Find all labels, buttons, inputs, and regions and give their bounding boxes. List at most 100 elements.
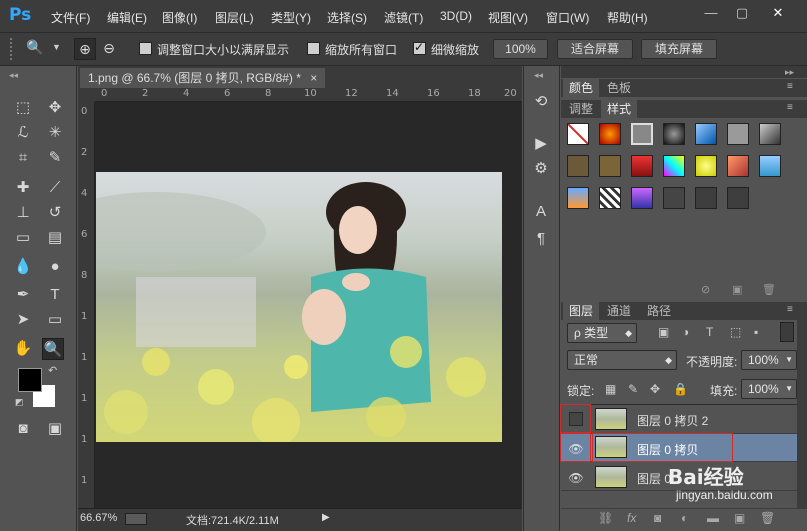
new-group-icon[interactable]: ▬	[707, 511, 719, 525]
layer-style-icon[interactable]: fx	[627, 511, 636, 525]
opacity-field[interactable]: 100% ▼	[741, 350, 797, 370]
marquee-tool-icon[interactable]: ⬚	[12, 97, 34, 119]
style-swatch[interactable]	[759, 123, 781, 145]
lasso-tool-icon[interactable]: ℒ	[12, 122, 34, 144]
lock-all-icon[interactable]: 🔒	[673, 382, 688, 396]
style-swatch[interactable]	[631, 123, 653, 145]
brush-tool-icon[interactable]: ⟋	[44, 177, 66, 199]
menu-layer[interactable]: 图层(L)	[215, 9, 254, 26]
filter-smart-icon[interactable]: ▪	[754, 325, 758, 339]
quick-mask-icon[interactable]: ◙	[12, 418, 34, 440]
filter-type-icon[interactable]: T	[706, 325, 713, 339]
move-tool-icon[interactable]: ✥	[44, 97, 66, 119]
layer-visibility-off[interactable]	[569, 412, 583, 426]
menu-filter[interactable]: 滤镜(T)	[384, 9, 423, 26]
style-swatch[interactable]	[599, 187, 621, 209]
history-brush-tool-icon[interactable]: ↺	[44, 202, 66, 224]
path-selection-tool-icon[interactable]: ➤	[12, 309, 34, 331]
menu-window[interactable]: 窗口(W)	[546, 9, 589, 26]
gradient-tool-icon[interactable]: ▤	[44, 227, 66, 249]
character-panel-icon[interactable]: A	[530, 201, 552, 223]
ruler-origin[interactable]	[78, 88, 95, 102]
style-swatch[interactable]	[599, 123, 621, 145]
tab-adjustments[interactable]: 调整	[563, 100, 599, 118]
tab-paths[interactable]: 路径	[641, 302, 677, 320]
menu-edit[interactable]: 编辑(E)	[107, 9, 147, 26]
fill-field[interactable]: 100% ▼	[741, 379, 797, 399]
resize-windows-checkbox[interactable]	[139, 42, 152, 55]
status-icon[interactable]	[125, 513, 147, 525]
style-swatch[interactable]	[663, 187, 685, 209]
fit-screen-button[interactable]: 适合屏幕	[557, 39, 633, 59]
style-swatch[interactable]	[663, 123, 685, 145]
tab-layers[interactable]: 图层	[563, 302, 600, 320]
hand-tool-icon[interactable]: ✋	[12, 338, 34, 360]
delete-style-icon[interactable]: 🗑	[762, 283, 776, 296]
lock-position-icon[interactable]: ✥	[650, 382, 660, 396]
menu-3d[interactable]: 3D(D)	[440, 9, 472, 23]
maximize-button[interactable]: ▢	[728, 4, 756, 22]
style-swatch[interactable]	[631, 187, 653, 209]
style-swatch[interactable]	[695, 155, 717, 177]
magic-wand-tool-icon[interactable]: ✳	[44, 122, 66, 144]
eraser-tool-icon[interactable]: ▭	[12, 227, 34, 249]
layer-name[interactable]: 图层 0 拷贝 2	[637, 412, 708, 429]
style-none[interactable]	[567, 123, 589, 145]
add-mask-icon[interactable]: ◙	[654, 511, 661, 525]
scrubby-zoom-checkbox[interactable]	[413, 40, 426, 55]
layers-scrollbar[interactable]	[797, 302, 807, 508]
zoom-out-icon[interactable]: ⊖	[98, 38, 120, 60]
actions-panel-icon[interactable]: ▶	[530, 133, 552, 155]
properties-panel-icon[interactable]: ⚙	[530, 158, 552, 180]
rectangle-tool-icon[interactable]: ▭	[44, 309, 66, 331]
layer-name[interactable]: 图层 0	[637, 470, 671, 487]
style-swatch[interactable]	[695, 187, 717, 209]
menu-file[interactable]: 文件(F)	[51, 9, 90, 26]
style-swatch[interactable]	[599, 155, 621, 177]
adjustment-layer-icon[interactable]: ◐	[681, 511, 688, 525]
style-swatch[interactable]	[727, 123, 749, 145]
blur-tool-icon[interactable]: 💧	[12, 256, 34, 278]
status-zoom[interactable]: 66.67%	[80, 512, 117, 524]
toolbox-collapse-icon[interactable]: ◂◂	[9, 70, 18, 81]
filter-toggle[interactable]	[780, 322, 794, 342]
filter-adjustment-icon[interactable]: ◑	[682, 325, 689, 339]
type-tool-icon[interactable]: T	[44, 284, 66, 306]
layer-name[interactable]: 图层 0 拷贝	[637, 441, 698, 458]
default-colors-icon[interactable]: ◩	[15, 397, 24, 408]
color-panel-menu-icon[interactable]: ≡	[787, 81, 793, 92]
tab-channels[interactable]: 通道	[601, 302, 637, 320]
clear-style-icon[interactable]: ⊘	[701, 283, 710, 296]
actual-pixels-button[interactable]: 100%	[493, 39, 548, 59]
strip-collapse-icon[interactable]: ◂◂	[534, 70, 543, 81]
style-swatch[interactable]	[727, 187, 749, 209]
pen-tool-icon[interactable]: ✒	[12, 284, 34, 306]
layer-filter-dropdown[interactable]: ρ 类型 ◆	[567, 323, 637, 343]
tab-color[interactable]: 颜色	[563, 79, 600, 97]
new-layer-icon[interactable]: ▣	[734, 511, 745, 525]
dodge-tool-icon[interactable]: ●	[44, 256, 66, 278]
close-button[interactable]: ✕	[764, 4, 792, 22]
minimize-button[interactable]: —	[697, 4, 725, 22]
eye-icon[interactable]: 👁	[568, 470, 584, 486]
lock-transparent-icon[interactable]: ▦	[605, 382, 616, 396]
filter-pixel-icon[interactable]: ▣	[658, 325, 669, 339]
eye-icon[interactable]: 👁	[568, 441, 584, 457]
style-swatch[interactable]	[695, 123, 717, 145]
fill-screen-button[interactable]: 填充屏幕	[641, 39, 717, 59]
layers-panel-menu-icon[interactable]: ≡	[787, 304, 793, 315]
crop-tool-icon[interactable]: ⌗	[12, 147, 34, 169]
eyedropper-tool-icon[interactable]: ✎	[44, 147, 66, 169]
style-swatch[interactable]	[567, 187, 589, 209]
screen-mode-icon[interactable]: ▣	[44, 418, 66, 440]
menu-select[interactable]: 选择(S)	[327, 9, 367, 26]
menu-image[interactable]: 图像(I)	[162, 9, 197, 26]
dock-collapse-icon[interactable]: ▸▸	[785, 67, 794, 78]
zoom-tool-icon[interactable]: 🔍	[42, 338, 64, 360]
history-panel-icon[interactable]: ⟲	[530, 91, 552, 113]
zoom-tool-preset-icon[interactable]: 🔍	[26, 39, 43, 56]
style-swatch[interactable]	[631, 155, 653, 177]
styles-panel-menu-icon[interactable]: ≡	[787, 102, 793, 113]
tab-swatches[interactable]: 色板	[601, 79, 637, 97]
canvas-photo[interactable]	[96, 172, 502, 442]
